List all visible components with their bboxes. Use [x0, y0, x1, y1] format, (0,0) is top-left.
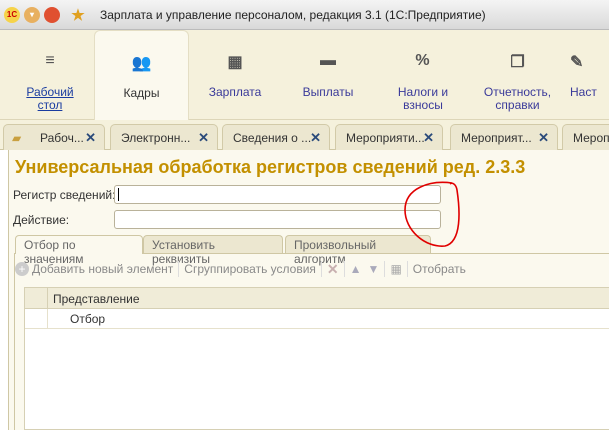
separator [178, 261, 180, 277]
close-icon[interactable]: ✕ [198, 130, 209, 146]
register-label: Регистр сведений: [13, 188, 116, 202]
separator [406, 261, 408, 277]
filter-table: Представление Отбор [24, 287, 609, 430]
settings-icon: ✎ [570, 54, 584, 71]
open-tab[interactable]: Мероприят... ✕ [450, 124, 558, 150]
open-tab[interactable]: Электронн... ✕ [110, 124, 218, 150]
add-condition-icon[interactable]: ▦ [390, 262, 401, 276]
tab-filter-by-values[interactable]: Отбор по значениям [15, 235, 143, 266]
move-down-icon[interactable]: ▼ [368, 262, 380, 276]
menu-dropdown-icon[interactable]: ▾ [24, 6, 40, 23]
section-personnel[interactable]: 👥 Кадры [94, 30, 189, 120]
tab-set-attributes[interactable]: Установить реквизиты [143, 235, 283, 266]
register-input[interactable] [114, 185, 441, 204]
table-header: Представление [25, 288, 609, 309]
open-tab[interactable]: Мероприяти... ✕ [335, 124, 443, 150]
add-icon: + [15, 262, 29, 276]
menu-icon: ≡ [45, 52, 55, 69]
close-icon[interactable]: ✕ [310, 130, 321, 146]
table-row[interactable]: Отбор [25, 309, 609, 329]
column-header-representation[interactable]: Представление [48, 288, 145, 308]
row-text: Отбор [70, 312, 106, 326]
reports-icon: ❐ [510, 54, 525, 71]
app-logo-icon[interactable]: 1С [4, 6, 20, 23]
add-element-button[interactable]: Добавить новый элемент [32, 262, 173, 276]
open-tab[interactable]: Сведения о ... ✕ [222, 124, 330, 150]
section-payments[interactable]: ▬ Выплаты [283, 30, 373, 120]
tab-custom-algorithm[interactable]: Произвольный алгоритм [285, 235, 431, 266]
section-settings[interactable]: ✎ Наст [570, 30, 609, 120]
header-marker-cell [25, 288, 48, 308]
open-windows-bar: ▰ Рабоч... ✕ Электронн... ✕ Сведения о ... ✕… [0, 120, 609, 150]
separator [384, 261, 386, 277]
record-icon[interactable] [44, 6, 60, 23]
separator [343, 261, 345, 277]
move-up-icon[interactable]: ▲ [350, 262, 362, 276]
favorites-star-icon[interactable]: ★ [70, 7, 86, 24]
action-label: Действие: [13, 213, 70, 227]
select-button[interactable]: Отобрать [413, 262, 466, 276]
section-reports[interactable]: ❐ Отчетность, справки [470, 30, 565, 120]
close-icon[interactable]: ✕ [538, 130, 549, 146]
processing-form: Универсальная обработка регистров сведен… [8, 150, 609, 430]
delete-icon[interactable]: ✕ [327, 261, 339, 278]
wallet-icon: ▬ [320, 52, 336, 69]
desktop-icon: ▰ [12, 130, 22, 145]
users-icon: 👥 [131, 55, 152, 72]
open-tab[interactable]: ▰ Рабоч... ✕ [3, 124, 105, 150]
section-taxes[interactable]: % Налоги и взносы [375, 30, 470, 120]
close-icon[interactable]: ✕ [423, 130, 434, 146]
section-desktop[interactable]: ≡ Рабочий стол [10, 30, 90, 120]
row-marker-cell [25, 309, 48, 328]
text-caret [118, 188, 119, 201]
action-input[interactable] [114, 210, 441, 229]
sections-panel: ≡ Рабочий стол 👥 Кадры ▦ Зарплата ▬ Выплаты … [0, 30, 609, 120]
open-tab[interactable]: Мероприя [562, 124, 609, 150]
percent-icon: % [415, 52, 430, 69]
separator [320, 261, 322, 277]
toolbar: + Добавить новый элемент Сгруппировать у… [15, 260, 466, 278]
window-title: Зарплата и управление персоналом, редакц… [100, 7, 486, 22]
title-bar: 1С ▾ ★ Зарплата и управление персоналом,… [0, 0, 609, 30]
group-conditions-button[interactable]: Сгруппировать условия [184, 262, 316, 276]
form-title: Универсальная обработка регистров сведен… [15, 157, 526, 177]
calculator-icon: ▦ [227, 54, 243, 71]
close-icon[interactable]: ✕ [85, 130, 96, 146]
section-salary[interactable]: ▦ Зарплата [190, 30, 280, 120]
